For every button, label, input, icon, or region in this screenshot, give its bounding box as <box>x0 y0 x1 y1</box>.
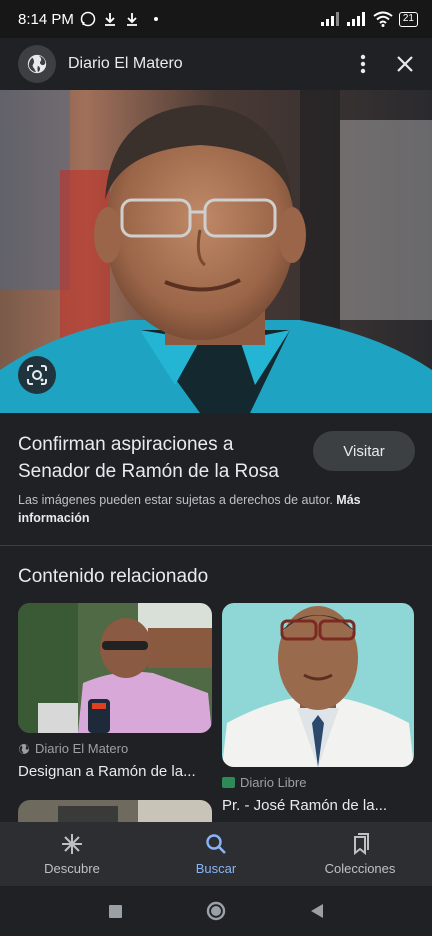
card-source: Diario El Matero <box>18 741 212 756</box>
preview-image[interactable] <box>0 90 432 413</box>
bottom-navigation: Descubre Buscar Colecciones <box>0 822 432 886</box>
card-caption: Designan a Ramón de la... <box>18 763 196 780</box>
card-source: Diario Libre <box>222 775 414 790</box>
portrait-photo <box>0 90 432 413</box>
nav-label: Colecciones <box>324 860 396 876</box>
copyright-notice: Las imágenes pueden estar sujetas a dere… <box>18 491 418 527</box>
card-source-name: Diario El Matero <box>35 741 129 756</box>
download-icon <box>104 13 115 26</box>
system-navigation-bar <box>0 886 432 936</box>
related-thumbnail <box>18 603 212 733</box>
more-vert-icon[interactable] <box>360 54 366 74</box>
search-icon <box>206 833 226 854</box>
related-thumbnail <box>18 800 212 822</box>
related-thumbnail <box>222 603 414 767</box>
wifi-icon <box>373 11 393 27</box>
divider <box>0 545 432 546</box>
related-heading: Contenido relacionado <box>18 566 209 587</box>
home-icon[interactable] <box>206 901 226 921</box>
result-title[interactable]: Confirman aspiraciones a Senador de Ramó… <box>18 431 298 485</box>
status-time: 8:14 PM <box>18 10 74 28</box>
signal-icon <box>346 12 365 26</box>
status-bar: 8:14 PM 21 <box>0 0 432 38</box>
globe-icon <box>27 54 47 74</box>
card-caption: Pr. - José Ramón de la... <box>222 797 388 814</box>
notification-dot-icon <box>153 17 158 21</box>
diario-libre-logo-icon <box>222 777 235 788</box>
nav-label: Buscar <box>195 860 237 876</box>
close-icon[interactable] <box>396 55 414 73</box>
download-icon <box>126 13 137 26</box>
viewer-header: Diario El Matero <box>0 38 432 90</box>
lens-button[interactable] <box>18 356 56 394</box>
nav-descubre[interactable]: Descubre <box>0 822 144 886</box>
lens-icon <box>27 365 47 385</box>
site-name[interactable]: Diario El Matero <box>68 55 183 73</box>
related-card[interactable] <box>18 800 212 822</box>
related-card[interactable]: Diario El Matero Designan a Ramón de la.… <box>18 603 212 780</box>
asterisk-icon <box>62 833 82 854</box>
copyright-text: Las imágenes pueden estar sujetas a dere… <box>18 493 333 507</box>
nav-colecciones[interactable]: Colecciones <box>288 822 432 886</box>
back-icon[interactable] <box>310 903 324 919</box>
nav-buscar[interactable]: Buscar <box>144 822 288 886</box>
collections-icon <box>354 832 369 855</box>
site-avatar[interactable] <box>18 45 56 83</box>
signal-icon <box>320 12 339 26</box>
related-card[interactable]: Diario Libre Pr. - José Ramón de la... <box>222 603 414 814</box>
battery-indicator: 21 <box>398 11 418 27</box>
recents-icon[interactable] <box>108 904 122 918</box>
visit-button[interactable]: Visitar <box>313 431 415 471</box>
card-source-name: Diario Libre <box>240 775 307 790</box>
globe-icon <box>19 743 29 754</box>
nav-label: Descubre <box>44 860 100 876</box>
whatsapp-icon <box>80 11 96 27</box>
